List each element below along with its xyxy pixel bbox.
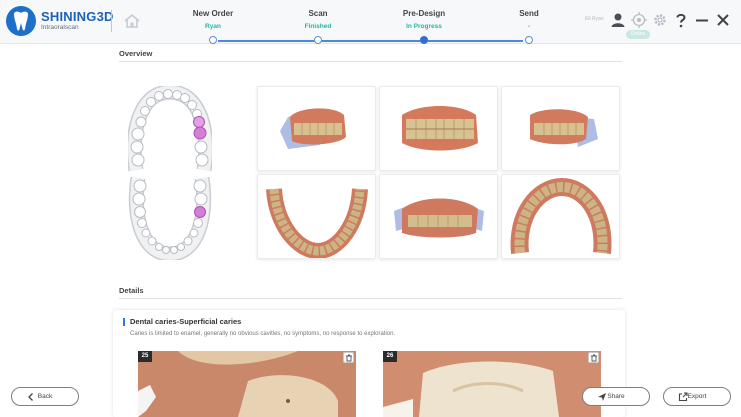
brand-divider	[111, 10, 112, 32]
app-window: SHINING3D Intraoralscan New Order Ryan S…	[0, 0, 741, 417]
step-title: Pre-Design	[402, 9, 446, 18]
logo-icon	[6, 6, 36, 36]
step-new-order[interactable]: New Order Ryan	[158, 0, 268, 44]
step-pre-design[interactable]: Pre-Design In Progress	[369, 0, 479, 44]
step-title: Scan	[308, 9, 328, 18]
caries-tooth-marker	[194, 206, 206, 218]
home-icon[interactable]	[123, 12, 141, 30]
finding-card: Dental caries-Superficial caries Caries …	[113, 310, 625, 417]
share-button[interactable]: Share	[582, 387, 650, 406]
step-status: Ryan	[205, 23, 221, 30]
caries-tooth-marker	[193, 126, 207, 140]
overview-title: Overview	[119, 49, 153, 58]
close-icon[interactable]	[715, 12, 731, 28]
back-label: Back	[37, 393, 53, 400]
overview-divider	[119, 61, 622, 62]
tooth-photo[interactable]: 25	[138, 351, 356, 417]
step-dot	[209, 36, 217, 44]
step-dot	[314, 36, 322, 44]
scan-view-lower[interactable]	[257, 174, 376, 259]
scan-view-front[interactable]	[379, 86, 498, 171]
scan-view-upper-right[interactable]	[257, 86, 376, 171]
caries-tooth-marker	[193, 116, 205, 128]
finding-description: Caries is limited to enamel, generally n…	[130, 331, 396, 337]
export-icon	[678, 392, 688, 402]
details-title: Details	[119, 286, 144, 295]
step-title: New Order	[192, 9, 234, 18]
scan-view-upper-left[interactable]	[501, 86, 620, 171]
crosshair-icon[interactable]	[631, 12, 647, 28]
scan-view-occlusal[interactable]	[379, 174, 498, 259]
tooth-photo[interactable]: 26	[383, 351, 601, 417]
send-icon	[598, 393, 606, 401]
finding-marker	[123, 318, 125, 326]
brand-name: SHINING3D	[41, 9, 114, 24]
user-name: Eli Ryan	[585, 16, 604, 22]
details-divider	[119, 298, 622, 299]
status-badge: Online	[626, 30, 650, 39]
top-bar: SHINING3D Intraoralscan New Order Ryan S…	[0, 0, 741, 44]
export-button[interactable]: Export	[663, 387, 731, 406]
step-send[interactable]: Send -	[474, 0, 584, 44]
minimize-icon[interactable]	[694, 12, 710, 28]
tooth-number: 26	[383, 351, 397, 362]
tooth-number: 25	[138, 351, 152, 362]
trash-icon[interactable]	[588, 352, 599, 363]
back-button[interactable]: Back	[11, 387, 79, 406]
user-icon[interactable]	[610, 12, 626, 28]
export-label: Export	[687, 393, 707, 400]
lower-arch-chart	[128, 176, 212, 260]
step-dot	[525, 36, 533, 44]
trash-icon[interactable]	[343, 352, 354, 363]
gear-icon[interactable]	[652, 12, 668, 28]
scan-view-upper[interactable]	[501, 174, 620, 259]
step-status: Finished	[304, 23, 332, 30]
step-status: In Progress	[406, 23, 442, 30]
step-dot-active	[420, 36, 428, 44]
finding-title: Dental caries-Superficial caries	[130, 317, 242, 326]
upper-arch-chart	[128, 86, 212, 172]
step-status: -	[527, 23, 531, 30]
brand-subtitle: Intraoralscan	[41, 24, 79, 31]
chevron-left-icon	[28, 393, 33, 401]
step-scan[interactable]: Scan Finished	[263, 0, 373, 44]
share-label: Share	[607, 393, 625, 400]
help-icon[interactable]	[673, 12, 689, 28]
step-title: Send	[519, 9, 539, 18]
